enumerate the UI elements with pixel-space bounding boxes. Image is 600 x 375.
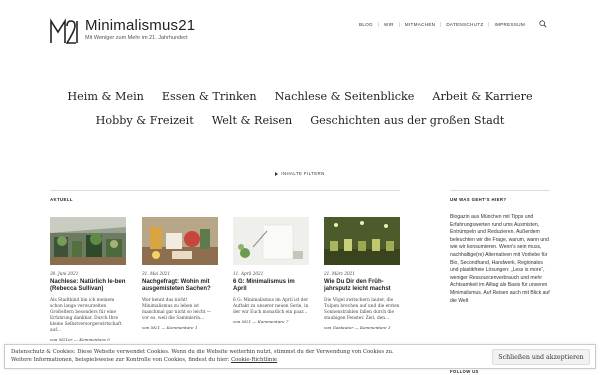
filter-toggle[interactable]: Inhalte filtern xyxy=(0,171,600,176)
cookie-banner: Datenschutz & Cookies: Diese Website ver… xyxy=(4,344,596,369)
post-title[interactable]: 6 G: Minimalismus im April xyxy=(233,279,309,293)
post-meta: von M21er — Kommentare 0 xyxy=(50,337,110,343)
main-nav: Blog Wir Mitmachen Datenschutz Impressum xyxy=(354,22,530,27)
triangle-right-icon xyxy=(275,171,279,176)
post-date: 30. Juni 2021 xyxy=(50,271,79,276)
cookie-line-2: Weitere Informationen, beispielsweise zu… xyxy=(11,357,451,365)
site-header: Minimalismus21 Mit Weniger zum Mehr im 2… xyxy=(50,18,550,48)
post-title[interactable]: Nachgefragt: Wohin mit ausgemisteten Sac… xyxy=(142,279,218,293)
post-meta: von M21 — Kommentare 1 xyxy=(142,325,198,331)
post-excerpt: 6 G: Minimalismus im April ist der Aufta… xyxy=(233,298,309,316)
category-arbeit-karriere[interactable]: Arbeit & Karriere xyxy=(432,90,532,103)
category-menu: Heim & Mein Essen & Trinken Nachlese & S… xyxy=(0,90,600,138)
post-date: 11. April 2021 xyxy=(233,271,264,276)
post-excerpt: Die Vögel zwitschern lauter, die Tulpen … xyxy=(324,298,400,322)
category-row: Heim & Mein Essen & Trinken Nachlese & S… xyxy=(0,90,600,103)
category-heim-mein[interactable]: Heim & Mein xyxy=(67,90,144,103)
divider xyxy=(50,190,400,191)
post-date: 31. Mai 2021 xyxy=(142,271,171,276)
post-card[interactable]: 11. April 2021 6 G: Minimalismus im Apri… xyxy=(233,217,309,324)
post-date: 21. März 2021 xyxy=(324,271,355,276)
cookie-line-1: Datenschutz & Cookies: Diese Website ver… xyxy=(11,349,394,355)
sidebar-about-text: Blogazin aus München mit Tipps und Erfah… xyxy=(450,214,550,304)
category-welt-reisen[interactable]: Welt & Reisen xyxy=(212,114,293,127)
section-label: Aktuell xyxy=(50,197,73,202)
accept-cookies-button[interactable]: Schließen und akzeptieren xyxy=(492,349,590,365)
filter-label: Inhalte filtern xyxy=(281,171,325,176)
nav-item-impressum[interactable]: Impressum xyxy=(489,22,530,27)
post-image[interactable] xyxy=(50,217,126,265)
site-tagline: Mit Weniger zum Mehr im 21. Jahrhundert xyxy=(85,35,188,41)
cookie-line-2-text: Weitere Informationen, beispielsweise zu… xyxy=(11,356,230,363)
category-hobby-freizeit[interactable]: Hobby & Freizeit xyxy=(96,114,194,127)
nav-item-wir[interactable]: Wir xyxy=(379,22,400,27)
site-title[interactable]: Minimalismus21 xyxy=(85,18,195,34)
category-essen-trinken[interactable]: Essen & Trinken xyxy=(162,90,257,103)
nav-item-datenschutz[interactable]: Datenschutz xyxy=(441,22,490,27)
post-card[interactable]: 30. Juni 2021 Nachlese: Natürlich le-ben… xyxy=(50,217,126,342)
post-image[interactable] xyxy=(233,217,309,265)
search-icon[interactable] xyxy=(539,20,547,28)
cookie-policy-link[interactable]: Cookie-Richtlinie xyxy=(231,357,277,363)
post-card[interactable]: 21. März 2021 Wie Du Dir den Früh-jahrsp… xyxy=(324,217,400,330)
follow-heading: Follow us xyxy=(450,369,479,374)
category-nachlese[interactable]: Nachlese & Seitenblicke xyxy=(275,90,415,103)
post-image[interactable] xyxy=(142,217,218,265)
nav-item-mitmachen[interactable]: Mitmachen xyxy=(400,22,442,27)
site-logo[interactable]: Minimalismus21 Mit Weniger zum Mehr im 2… xyxy=(50,18,195,44)
post-card[interactable]: 31. Mai 2021 Nachgefragt: Wohin mit ausg… xyxy=(142,217,218,330)
post-meta: von M21 — Kommentare 7 xyxy=(233,319,289,325)
sidebar-heading: Um was geht's hier? xyxy=(450,197,507,202)
nav-item-blog[interactable]: Blog xyxy=(354,22,379,27)
cookie-text: Datenschutz & Cookies: Diese Website ver… xyxy=(11,349,451,364)
post-image[interactable] xyxy=(324,217,400,265)
post-meta: von Gastautor — Kommentare 3 xyxy=(324,325,391,331)
divider xyxy=(450,190,550,191)
post-title[interactable]: Wie Du Dir den Früh-jahrsputz leicht mac… xyxy=(324,279,400,293)
post-title[interactable]: Nachlese: Natürlich le-ben (Rebecca Sull… xyxy=(50,279,126,293)
category-row: Hobby & Freizeit Welt & Reisen Geschicht… xyxy=(0,114,600,127)
logo-mark-icon xyxy=(50,18,78,44)
post-excerpt: Wer kennt das nicht! Minimalismus zu leb… xyxy=(142,298,212,322)
category-geschichten[interactable]: Geschichten aus der großen Stadt xyxy=(310,114,504,127)
post-excerpt: Als Stadtkind bin ich meinem schon lange… xyxy=(50,298,122,334)
